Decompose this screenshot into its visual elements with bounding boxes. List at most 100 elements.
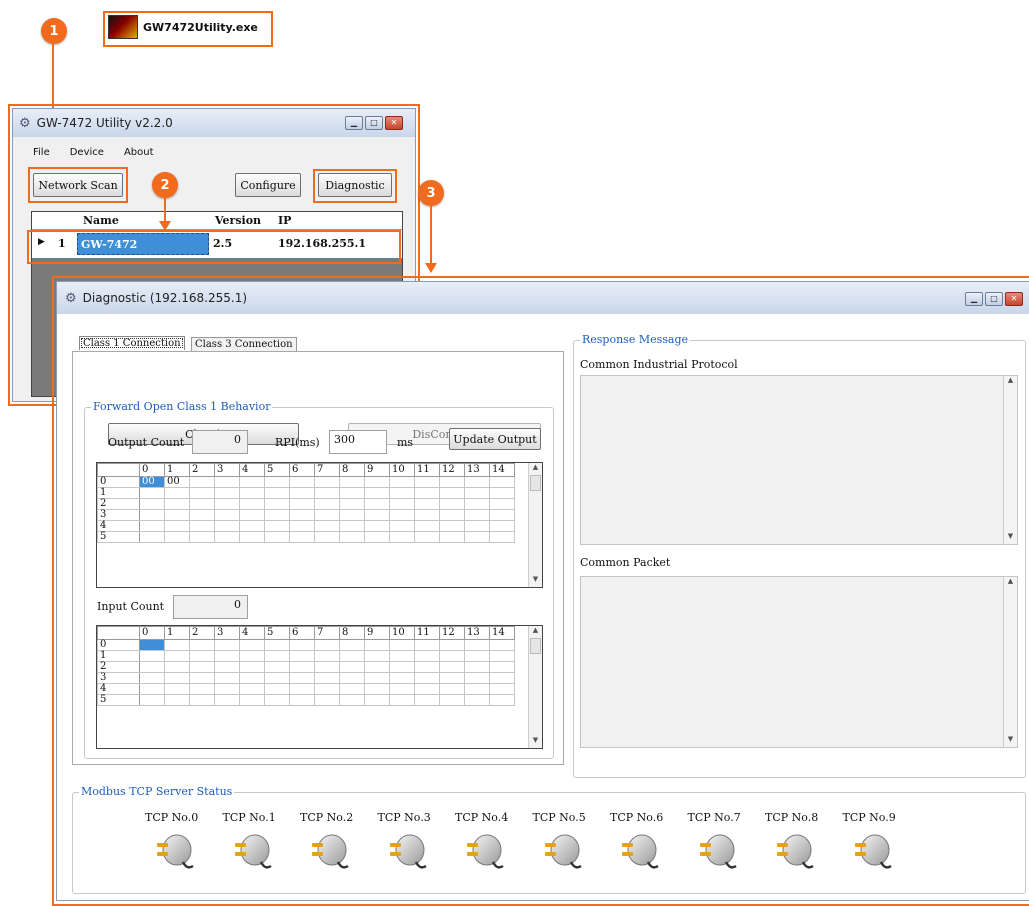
grid-cell[interactable] [264, 476, 290, 488]
grid-cell[interactable] [439, 509, 465, 521]
grid-cell[interactable] [339, 672, 365, 684]
menu-device[interactable]: Device [70, 147, 104, 158]
grid-cell[interactable] [139, 520, 165, 532]
grid-cell[interactable] [389, 683, 415, 695]
grid-cell[interactable] [364, 694, 390, 706]
grid-cell[interactable] [489, 683, 515, 695]
grid-cell[interactable] [439, 661, 465, 673]
grid-cell[interactable] [439, 487, 465, 499]
grid-cell[interactable]: 00 [164, 476, 190, 488]
grid-cell[interactable] [464, 476, 490, 488]
grid-cell[interactable] [314, 650, 340, 662]
grid-cell[interactable] [364, 650, 390, 662]
grid-cell[interactable] [164, 509, 190, 521]
grid-cell[interactable] [339, 661, 365, 673]
grid-cell[interactable] [414, 487, 440, 499]
grid-cell[interactable] [189, 661, 215, 673]
grid-cell[interactable] [239, 531, 265, 543]
grid-cell[interactable] [214, 498, 240, 510]
grid-cell[interactable] [264, 531, 290, 543]
maximize-button[interactable]: □ [365, 116, 383, 130]
grid-cell[interactable] [164, 694, 190, 706]
grid-cell[interactable] [289, 498, 315, 510]
grid-cell[interactable] [389, 498, 415, 510]
grid-cell[interactable] [214, 672, 240, 684]
grid-cell[interactable] [139, 683, 165, 695]
grid-cell[interactable] [489, 509, 515, 521]
grid-cell[interactable] [214, 650, 240, 662]
grid-cell[interactable] [339, 520, 365, 532]
grid-cell[interactable] [489, 520, 515, 532]
update-output-button[interactable]: Update Output [449, 428, 541, 450]
cip-textbox[interactable]: ▲ ▼ [580, 375, 1018, 545]
grid-cell[interactable] [239, 683, 265, 695]
input-grid[interactable]: 0 1 2 3 4 5 6 7 8 9 10 11 12 13 14 0 1 2 3 4 5 ▲ ▼ [96, 625, 543, 749]
grid-cell[interactable] [289, 509, 315, 521]
grid-cell[interactable] [314, 520, 340, 532]
grid-cell[interactable] [414, 672, 440, 684]
grid-cell[interactable] [489, 694, 515, 706]
grid-cell[interactable] [239, 694, 265, 706]
grid-cell[interactable] [239, 650, 265, 662]
grid-cell[interactable] [164, 498, 190, 510]
grid-cell[interactable] [389, 661, 415, 673]
grid-cell[interactable] [164, 661, 190, 673]
grid-cell[interactable] [389, 672, 415, 684]
grid-cell[interactable] [164, 650, 190, 662]
grid-cell[interactable] [414, 650, 440, 662]
scroll-down-icon[interactable]: ▼ [529, 575, 542, 587]
grid-cell[interactable] [189, 650, 215, 662]
grid-cell[interactable] [164, 520, 190, 532]
grid-cell[interactable] [439, 476, 465, 488]
grid-cell[interactable] [314, 661, 340, 673]
grid-cell[interactable] [489, 498, 515, 510]
grid-cell[interactable] [314, 509, 340, 521]
grid-cell[interactable] [239, 476, 265, 488]
grid-cell[interactable] [414, 661, 440, 673]
grid-cell[interactable] [389, 531, 415, 543]
menu-about[interactable]: About [124, 147, 154, 158]
grid-cell[interactable] [314, 694, 340, 706]
grid-cell[interactable] [364, 487, 390, 499]
rpi-input[interactable]: 300 [329, 430, 387, 454]
grid-cell[interactable] [414, 498, 440, 510]
diag-close-button[interactable]: ✕ [1005, 292, 1023, 306]
grid-cell[interactable] [439, 639, 465, 651]
grid-cell[interactable] [414, 683, 440, 695]
grid-cell[interactable] [189, 531, 215, 543]
grid-cell[interactable] [439, 672, 465, 684]
grid-cell[interactable] [489, 661, 515, 673]
grid-cell[interactable] [464, 672, 490, 684]
grid-cell[interactable] [314, 476, 340, 488]
tab-class3[interactable]: Class 3 Connection [191, 337, 297, 352]
grid-cell[interactable] [389, 694, 415, 706]
grid-cell[interactable] [314, 498, 340, 510]
grid-cell[interactable] [289, 683, 315, 695]
grid-cell[interactable] [289, 672, 315, 684]
grid-cell[interactable] [214, 694, 240, 706]
grid-cell[interactable] [364, 476, 390, 488]
grid-cell[interactable] [414, 531, 440, 543]
grid-cell[interactable] [339, 683, 365, 695]
configure-button[interactable]: Configure [235, 173, 301, 197]
grid-cell[interactable] [439, 683, 465, 695]
grid-cell[interactable] [439, 531, 465, 543]
grid-cell[interactable] [289, 650, 315, 662]
grid-cell[interactable]: 00 [139, 476, 165, 488]
grid-cell[interactable] [364, 520, 390, 532]
grid-cell[interactable] [214, 531, 240, 543]
grid-cell[interactable] [464, 520, 490, 532]
grid-cell[interactable] [189, 487, 215, 499]
grid-cell[interactable] [314, 487, 340, 499]
grid-cell[interactable] [364, 661, 390, 673]
grid-cell[interactable] [264, 650, 290, 662]
grid-cell[interactable] [214, 476, 240, 488]
grid-cell[interactable] [139, 672, 165, 684]
grid-cell[interactable] [414, 694, 440, 706]
grid-cell[interactable] [214, 487, 240, 499]
grid-cell[interactable] [314, 672, 340, 684]
grid-cell[interactable] [339, 531, 365, 543]
grid-cell[interactable] [289, 487, 315, 499]
grid-cell[interactable] [389, 650, 415, 662]
scroll-up-icon[interactable]: ▲ [529, 463, 542, 475]
